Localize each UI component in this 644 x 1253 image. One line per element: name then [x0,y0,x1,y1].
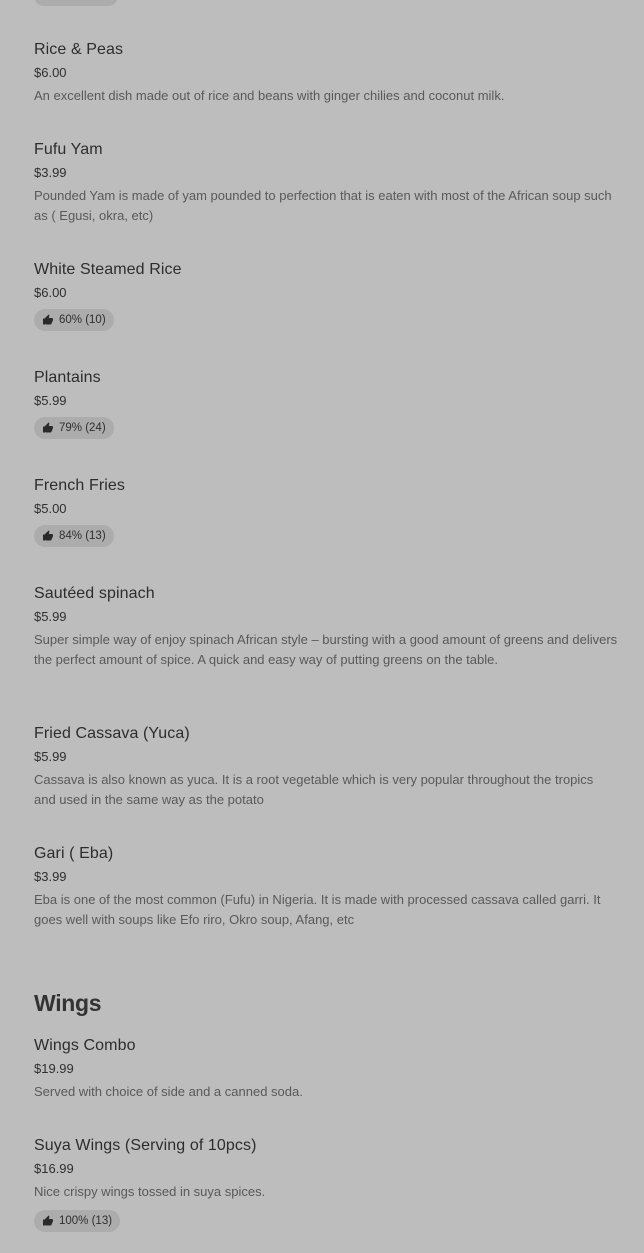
rating-badge: 100% (13) [34,1210,121,1232]
item-price: $5.99 [34,393,67,408]
item-description: An excellent dish made out of rice and b… [34,88,505,103]
item-description: Served with choice of side and a canned … [34,1084,303,1099]
rating-text: 60% (10) [59,314,106,326]
thumbs-up-icon [43,422,53,433]
item-price: $6.00 [34,285,67,300]
menu-item-fried-cassava[interactable]: Fried Cassava (Yuca) $5.99 Cassava is al… [34,724,618,810]
menu-page: Rice & Peas $6.00 An excellent dish made… [0,0,644,1253]
rating-badge-partial [34,0,118,6]
item-name: Rice & Peas [34,41,124,58]
item-price: $5.99 [34,749,67,764]
item-price: $3.99 [34,869,67,884]
menu-item-gari-eba[interactable]: Gari ( Eba) $3.99 Eba is one of the most… [34,844,618,930]
rating-text: 79% (24) [59,422,106,434]
thumbs-up-icon [43,314,53,325]
menu-item-plantains[interactable]: Plantains $5.99 79% (24) [34,368,618,439]
rating-text: 100% (13) [59,1215,113,1227]
item-name: French Fries [34,477,125,494]
rating-badge: 84% (13) [34,525,114,547]
item-name: Wings Combo [34,1037,136,1054]
item-description: Nice crispy wings tossed in suya spices. [34,1184,266,1199]
menu-item-fufu-yam[interactable]: Fufu Yam $3.99 Pounded Yam is made of ya… [34,140,618,226]
menu-item-french-fries[interactable]: French Fries $5.00 84% (13) [34,476,618,547]
item-price: $5.99 [34,609,67,624]
thumbs-up-icon [43,1215,53,1226]
section-title-wings: Wings [34,990,102,1016]
item-price: $16.99 [34,1161,74,1176]
item-name: Gari ( Eba) [34,845,114,862]
item-name: Fried Cassava (Yuca) [34,725,190,742]
menu-item-sauteed-spinach[interactable]: Sautéed spinach $5.99 Super simple way o… [34,584,618,670]
item-name: White Steamed Rice [34,261,182,278]
rating-badge: 79% (24) [34,417,114,439]
menu-item-suya-wings[interactable]: Suya Wings (Serving of 10pcs) $16.99 Nic… [34,1136,618,1232]
rating-badge: 60% (10) [34,309,114,331]
item-price: $3.99 [34,165,67,180]
item-price: $19.99 [34,1061,74,1076]
rating-text: 84% (13) [59,530,106,542]
menu-item-rice-and-peas[interactable]: Rice & Peas $6.00 An excellent dish made… [34,40,618,106]
item-description: Eba is one of the most common (Fufu) in … [34,892,601,927]
item-name: Suya Wings (Serving of 10pcs) [34,1137,257,1154]
thumbs-up-icon [43,530,53,541]
item-name: Sautéed spinach [34,585,155,602]
item-description: Pounded Yam is made of yam pounded to pe… [34,188,612,223]
item-name: Plantains [34,369,101,386]
item-description: Super simple way of enjoy spinach Africa… [34,632,618,667]
menu-item-wings-combo[interactable]: Wings Combo $19.99 Served with choice of… [34,1036,618,1102]
item-price: $5.00 [34,501,67,516]
item-name: Fufu Yam [34,141,103,158]
item-price: $6.00 [34,65,67,80]
menu-item-white-steamed-rice[interactable]: White Steamed Rice $6.00 60% (10) [34,260,618,331]
item-description: Cassava is also known as yuca. It is a r… [34,772,594,807]
